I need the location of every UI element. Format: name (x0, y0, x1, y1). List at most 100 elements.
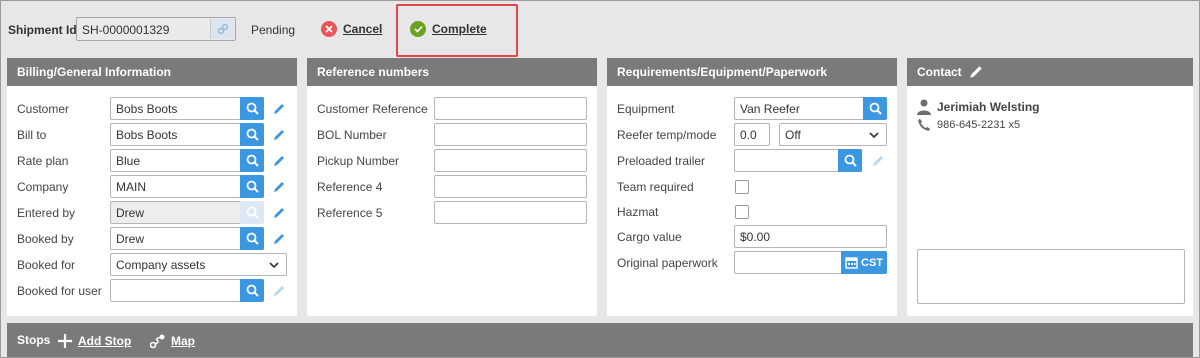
contact-panel-header: Contact (907, 58, 1193, 86)
bol-number-input[interactable] (434, 123, 587, 146)
contact-panel-title: Contact (917, 65, 962, 79)
entered-by-search-button (240, 201, 264, 224)
rate-plan-edit-pencil-icon[interactable] (271, 153, 287, 169)
booked-for-user-row: Booked for user (7, 279, 297, 303)
search-icon (246, 284, 259, 297)
equipment-row: Equipment Van Reefer (607, 97, 897, 121)
reference-5-row: Reference 5 (307, 201, 597, 225)
reefer-mode-select[interactable]: Off (779, 123, 887, 146)
booked-for-user-search-button[interactable] (240, 279, 264, 302)
bol-number-row: BOL Number (307, 123, 597, 147)
contact-panel: Contact Jerimiah Welsting 986-645-2231 x… (907, 58, 1193, 316)
equipment-input[interactable]: Van Reefer (734, 97, 887, 120)
search-icon (246, 180, 259, 193)
company-value: MAIN (116, 180, 146, 194)
stops-title: Stops (17, 333, 51, 347)
team-required-row: Team required (607, 175, 897, 199)
cargo-value-input[interactable]: $0.00 (734, 225, 887, 248)
company-edit-pencil-icon[interactable] (271, 179, 287, 195)
reference-4-row: Reference 4 (307, 175, 597, 199)
equipment-label: Equipment (617, 102, 675, 116)
entered-by-input: Drew (110, 201, 264, 224)
team-required-checkbox[interactable] (735, 180, 749, 194)
billing-panel-title: Billing/General Information (7, 58, 297, 86)
chevron-down-icon (269, 262, 279, 269)
preloaded-trailer-input[interactable] (734, 149, 862, 172)
requirements-panel-title: Requirements/Equipment/Paperwork (607, 58, 897, 86)
booked-for-select[interactable]: Company assets (110, 253, 287, 276)
customer-reference-row: Customer Reference (307, 97, 597, 121)
contact-phone: 986-645-2231 x5 (937, 119, 1021, 131)
link-icon (217, 23, 228, 35)
shipment-lookup-button[interactable] (210, 19, 234, 39)
booked-for-user-input[interactable] (110, 279, 264, 302)
cargo-value-value: $0.00 (740, 230, 771, 244)
entered-by-edit-pencil-icon[interactable] (271, 205, 287, 221)
shipment-id-label: Shipment Id (8, 23, 77, 37)
booked-by-label: Booked by (17, 232, 74, 246)
customer-edit-pencil-icon[interactable] (271, 101, 287, 117)
original-paperwork-input[interactable]: CST (734, 251, 887, 274)
contact-notes-textarea[interactable] (917, 249, 1185, 304)
bill-to-input[interactable]: Bobs Boots (110, 123, 264, 146)
reefer-temp-input[interactable]: 0.0 (734, 123, 770, 146)
pickup-number-row: Pickup Number (307, 149, 597, 173)
company-search-button[interactable] (240, 175, 264, 198)
entered-by-label: Entered by (17, 206, 76, 220)
company-input[interactable]: MAIN (110, 175, 264, 198)
company-row: Company MAIN (7, 175, 297, 199)
date-picker-button[interactable]: CST (841, 251, 887, 274)
booked-for-user-edit-pencil-icon (271, 283, 287, 299)
requirements-panel: Requirements/Equipment/Paperwork Equipme… (607, 58, 897, 316)
add-stop-button[interactable]: Add Stop (57, 333, 131, 349)
bill-to-value: Bobs Boots (116, 128, 178, 142)
preloaded-trailer-label: Preloaded trailer (617, 154, 706, 168)
contact-name: Jerimiah Welsting (937, 100, 1040, 114)
stops-bar: Stops Add Stop Map (7, 323, 1193, 357)
hazmat-checkbox[interactable] (735, 205, 749, 219)
bol-number-label: BOL Number (317, 128, 387, 142)
plus-icon (58, 334, 72, 348)
complete-highlight-box (396, 4, 518, 57)
phone-icon (918, 119, 930, 131)
booked-by-edit-pencil-icon[interactable] (271, 231, 287, 247)
booked-by-search-button[interactable] (240, 227, 264, 250)
cancel-button[interactable]: Cancel (321, 21, 382, 37)
customer-input[interactable]: Bobs Boots (110, 97, 264, 120)
rate-plan-search-button[interactable] (240, 149, 264, 172)
rate-plan-row: Rate plan Blue (7, 149, 297, 173)
booked-for-label: Booked for (17, 258, 76, 272)
reference-4-input[interactable] (434, 175, 587, 198)
status-text: Pending (251, 23, 296, 37)
reference-5-input[interactable] (434, 201, 587, 224)
billing-panel: Billing/General Information Customer Bob… (7, 58, 297, 316)
search-icon (869, 102, 882, 115)
pickup-number-input[interactable] (434, 149, 587, 172)
bill-to-edit-pencil-icon[interactable] (271, 127, 287, 143)
contact-edit-pencil-icon[interactable] (968, 64, 984, 80)
cancel-label: Cancel (343, 22, 383, 36)
cargo-value-row: Cargo value $0.00 (607, 225, 897, 249)
search-icon (844, 154, 857, 167)
search-icon (246, 128, 259, 141)
rate-plan-input[interactable]: Blue (110, 149, 264, 172)
rate-plan-value: Blue (116, 154, 141, 168)
bill-to-row: Bill to Bobs Boots (7, 123, 297, 147)
original-paperwork-label: Original paperwork (617, 256, 718, 270)
customer-search-button[interactable] (240, 97, 264, 120)
chevron-down-icon (869, 132, 879, 139)
booked-by-input[interactable]: Drew (110, 227, 264, 250)
shipment-id-field[interactable]: SH-0000001329 (76, 17, 236, 41)
map-label: Map (171, 334, 195, 348)
booked-for-value: Company assets (116, 258, 206, 272)
bill-to-search-button[interactable] (240, 123, 264, 146)
customer-reference-input[interactable] (434, 97, 587, 120)
map-button[interactable]: Map (150, 333, 195, 349)
preloaded-trailer-search-button[interactable] (838, 149, 862, 172)
preloaded-trailer-row: Preloaded trailer (607, 149, 897, 173)
booked-by-row: Booked by Drew (7, 227, 297, 251)
customer-value: Bobs Boots (116, 102, 178, 116)
equipment-search-button[interactable] (863, 97, 887, 120)
contact-phone-line: 986-645-2231 x5 (917, 118, 1020, 132)
cargo-value-label: Cargo value (617, 230, 682, 244)
